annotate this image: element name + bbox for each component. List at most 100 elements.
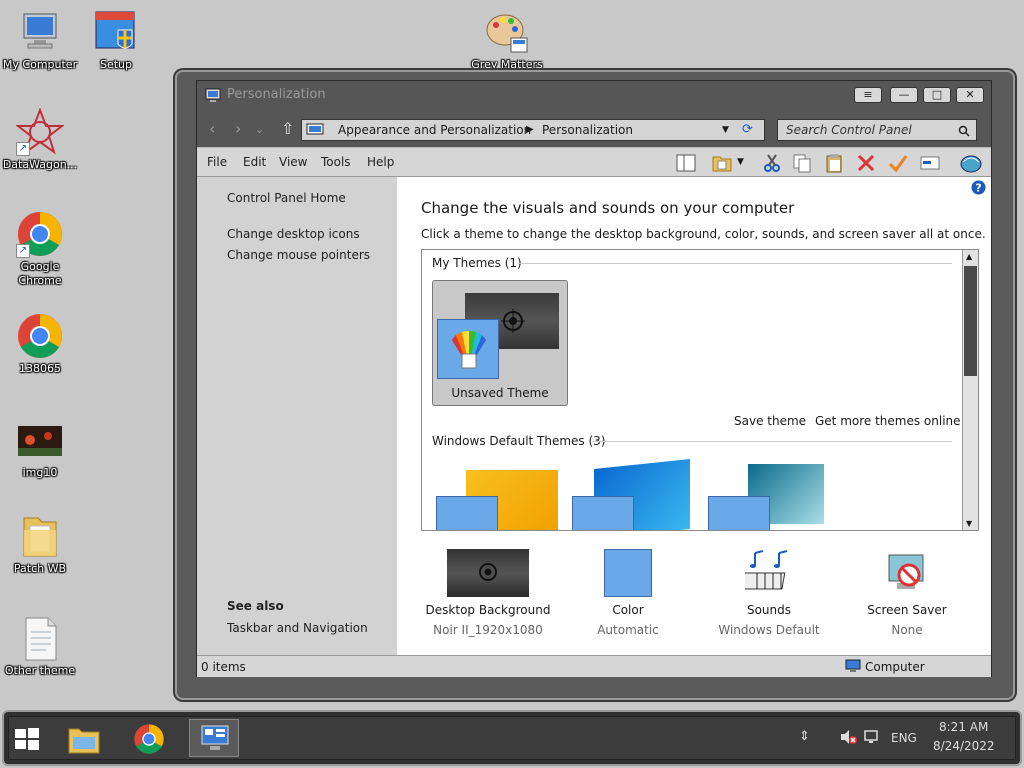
clock-time[interactable]: 8:21 AM — [939, 720, 988, 734]
language-indicator[interactable]: ENG — [891, 731, 917, 745]
title-bar[interactable]: Personalization ≡ — □ ✕ — [197, 81, 991, 109]
sidebar: Control Panel Home Change desktop icons … — [197, 177, 397, 655]
breadcrumb-separator-icon: ▶ — [526, 124, 534, 135]
text-file-icon — [16, 614, 64, 662]
copy-icon[interactable] — [791, 152, 813, 174]
desktop-icon-google-chrome[interactable]: ↗ Google Chrome — [0, 210, 80, 288]
computer-icon — [845, 659, 861, 676]
menu-view[interactable]: View — [279, 155, 307, 169]
scroll-up-icon[interactable]: ▲ — [966, 252, 972, 261]
control-panel-icon — [306, 122, 324, 144]
screen-saver-setting[interactable]: Screen Saver None — [857, 549, 957, 637]
sounds-setting[interactable]: Sounds Windows Default — [711, 549, 827, 637]
delete-icon[interactable] — [855, 152, 877, 174]
desktop-background-setting[interactable]: Desktop Background Noir II_1920x1080 — [423, 549, 553, 637]
up-arrow-icon[interactable]: ⇧ — [281, 119, 294, 138]
item-count: 0 items — [201, 660, 246, 674]
get-more-themes-link[interactable]: Get more themes online — [815, 414, 961, 428]
folder-icon — [16, 512, 64, 560]
clock-date[interactable]: 8/24/2022 — [933, 739, 995, 753]
control-panel-taskbar-button[interactable] — [189, 719, 239, 757]
desktop-icon-label: Other theme — [4, 664, 76, 677]
color-setting[interactable]: Color Automatic — [583, 549, 673, 637]
datawagon-icon: ↗ — [15, 107, 65, 156]
chevron-down-icon[interactable]: ⌄ — [255, 123, 264, 136]
save-theme-link[interactable]: Save theme — [734, 414, 806, 428]
network-icon[interactable] — [863, 729, 881, 748]
scroll-down-icon[interactable]: ▼ — [966, 519, 972, 528]
folder-options-icon[interactable] — [711, 152, 733, 174]
desktop-icon-img10[interactable]: img10 — [0, 416, 80, 480]
address-dropdown-icon[interactable]: ▼ — [722, 120, 729, 140]
address-bar[interactable]: Appearance and Personalization ▶ Persona… — [301, 119, 765, 141]
chrome-icon — [16, 312, 64, 360]
search-placeholder: Search Control Panel — [786, 123, 912, 137]
setting-value: Windows Default — [718, 623, 820, 637]
desktop-icon-patch-wb[interactable]: Patch WB — [0, 512, 80, 576]
taskbar: ⇕ ENG 8:21 AM 8/24/2022 — [2, 710, 1022, 766]
address-row: ‹ › ⌄ ⇧ Appearance and Personalization ▶… — [197, 115, 991, 143]
properties-icon[interactable] — [919, 152, 941, 174]
desktop-icon-my-computer[interactable]: My Computer — [0, 8, 80, 72]
desktop-background-preview — [447, 549, 529, 597]
chrome-icon[interactable] — [133, 723, 165, 758]
search-icon[interactable] — [958, 123, 970, 143]
start-button[interactable] — [13, 725, 41, 756]
desktop-icon-label: img10 — [22, 466, 58, 479]
menu-help[interactable]: Help — [367, 155, 394, 169]
theme-tile-windows-3[interactable] — [704, 464, 834, 530]
color-swatch-icon — [436, 496, 498, 530]
window-menu-button[interactable]: ≡ — [854, 87, 882, 103]
close-button[interactable]: ✕ — [956, 87, 984, 103]
theme-name: Unsaved Theme — [451, 386, 549, 400]
desktop-icon-grey-matters[interactable]: Grey Matters — [467, 8, 547, 72]
forward-arrow-icon[interactable]: › — [235, 119, 241, 138]
desktop-icon-label: 138065 — [19, 362, 61, 375]
computer-icon — [16, 8, 64, 56]
location-label: Computer — [865, 660, 925, 674]
theme-tile-unsaved[interactable]: Unsaved Theme — [432, 280, 568, 406]
personalization-window: Personalization ≡ — □ ✕ ‹ › ⌄ ⇧ Appearan… — [196, 80, 992, 677]
minimize-button[interactable]: — — [890, 87, 918, 103]
theme-tile-windows-1[interactable] — [432, 464, 562, 530]
setting-title: Desktop Background — [425, 603, 551, 617]
cut-icon[interactable] — [761, 152, 783, 174]
theme-tile-windows-2[interactable] — [568, 458, 698, 530]
menu-file[interactable]: File — [207, 155, 227, 169]
desktop-icon-datawagon[interactable]: ↗ DataWagon... — [0, 107, 80, 172]
menu-edit[interactable]: Edit — [243, 155, 266, 169]
sidebar-link-mouse-pointers[interactable]: Change mouse pointers — [227, 248, 370, 262]
desktop-icon-label: My Computer — [2, 58, 78, 71]
theme-list-scrollbar[interactable]: ▲ ▼ — [962, 250, 978, 530]
sidebar-link-control-panel-home[interactable]: Control Panel Home — [227, 191, 346, 205]
sidebar-link-desktop-icons[interactable]: Change desktop icons — [227, 227, 360, 241]
shortcut-arrow-icon: ↗ — [16, 244, 30, 258]
chevron-down-icon[interactable]: ▼ — [737, 157, 759, 179]
desktop-icon-setup[interactable]: Setup — [76, 8, 156, 72]
file-explorer-icon[interactable] — [67, 723, 101, 758]
color-swatch-icon — [572, 496, 634, 530]
globe-icon[interactable] — [959, 152, 982, 174]
desktop-icon-138065[interactable]: 138065 — [0, 312, 80, 376]
checkmark-icon[interactable] — [887, 152, 909, 174]
see-also-heading: See also — [227, 599, 284, 613]
divider — [518, 263, 952, 264]
back-arrow-icon[interactable]: ‹ — [209, 119, 215, 138]
setting-value: Automatic — [597, 623, 659, 637]
paste-icon[interactable] — [823, 152, 845, 174]
maximize-button[interactable]: □ — [923, 87, 951, 103]
my-themes-heading: My Themes (1) — [432, 256, 522, 270]
search-input[interactable]: Search Control Panel — [777, 119, 977, 141]
refresh-icon[interactable]: ⟳ — [742, 120, 753, 140]
desktop-icon-other-theme[interactable]: Other theme — [0, 614, 80, 678]
help-icon[interactable]: ? — [971, 180, 986, 198]
breadcrumb-item[interactable]: Personalization — [542, 120, 633, 140]
tray-overflow-icon[interactable]: ⇕ — [799, 729, 810, 744]
layout-pane-icon[interactable] — [675, 152, 697, 174]
menu-tools[interactable]: Tools — [321, 155, 351, 169]
sidebar-link-taskbar-navigation[interactable]: Taskbar and Navigation — [227, 621, 368, 635]
volume-muted-icon[interactable] — [839, 729, 857, 748]
scrollbar-thumb[interactable] — [964, 266, 977, 376]
chrome-icon: ↗ — [16, 210, 64, 258]
breadcrumb-item[interactable]: Appearance and Personalization — [338, 120, 531, 140]
